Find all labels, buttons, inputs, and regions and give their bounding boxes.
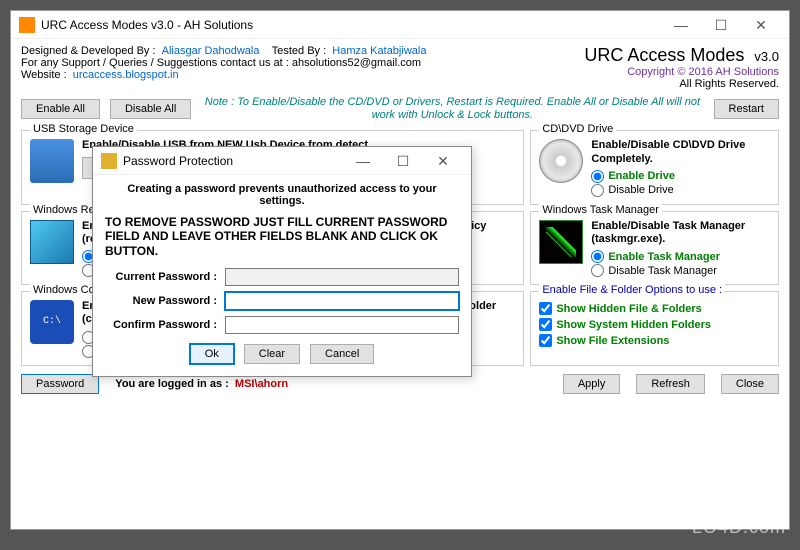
dialog-icon [101, 153, 117, 169]
disable-all-button[interactable]: Disable All [110, 99, 191, 119]
group-taskmgr-desc: Enable/Disable Task Manager (taskmgr.exe… [591, 220, 770, 246]
app-icon [19, 17, 35, 33]
minimize-button[interactable]: — [661, 13, 701, 37]
refresh-button[interactable]: Refresh [636, 374, 705, 394]
rights-text: All Rights Reserved. [584, 78, 779, 90]
close-button[interactable]: ✕ [741, 13, 781, 37]
support-text: For any Support / Queries / Suggestions … [21, 57, 426, 69]
group-cddvd-title: CD\DVD Drive [539, 123, 616, 135]
dialog-message-1: Creating a password prevents unauthorize… [105, 183, 459, 207]
group-filefolder: Enable File & Folder Options to use : Sh… [530, 291, 779, 365]
dialog-title: Password Protection [123, 154, 343, 168]
dialog-message-2: TO REMOVE PASSWORD JUST FILL CURRENT PAS… [105, 215, 459, 258]
show-system-checkbox[interactable] [539, 318, 552, 331]
app-name: URC Access Modes [584, 45, 744, 65]
new-password-label: New Password : [105, 295, 225, 307]
current-password-input[interactable] [225, 268, 459, 286]
header-right: URC Access Modes v3.0 Copyright © 2016 A… [584, 45, 779, 90]
current-password-label: Current Password : [105, 271, 225, 283]
cmd-icon: C:\ [30, 300, 74, 344]
cddvd-enable-radio[interactable] [591, 170, 604, 183]
cddvd-disable-radio[interactable] [591, 184, 604, 197]
header-left: Designed & Developed By : Aliasgar Dahod… [21, 45, 426, 90]
tester-link[interactable]: Hamza Katabjiwala [332, 45, 426, 57]
group-cddvd-desc: Enable/Disable CD\DVD Drive Completely. [591, 139, 770, 165]
website-label: Website : [21, 69, 67, 81]
cd-icon [539, 139, 583, 183]
group-taskmgr-title: Windows Task Manager [539, 204, 662, 216]
taskmgr-icon [539, 220, 583, 264]
group-usb-title: USB Storage Device [30, 123, 137, 135]
designer-link[interactable]: Aliasgar Dahodwala [162, 45, 260, 57]
close-app-button[interactable]: Close [721, 374, 779, 394]
app-version: v3.0 [754, 49, 779, 64]
maximize-button[interactable]: ☐ [701, 13, 741, 37]
enable-all-button[interactable]: Enable All [21, 99, 100, 119]
group-taskmgr: Windows Task Manager Enable/Disable Task… [530, 211, 779, 285]
restart-button[interactable]: Restart [714, 99, 779, 119]
dialog-close-button[interactable]: ✕ [423, 149, 463, 173]
group-cddvd: CD\DVD Drive Enable/Disable CD\DVD Drive… [530, 130, 779, 204]
tested-label: Tested By : [272, 45, 326, 57]
dialog-maximize-button[interactable]: ☐ [383, 149, 423, 173]
dialog-minimize-button[interactable]: — [343, 149, 383, 173]
taskmgr-enable-radio[interactable] [591, 250, 604, 263]
website-link[interactable]: urcaccess.blogspot.in [73, 69, 179, 81]
confirm-password-input[interactable] [225, 316, 459, 334]
show-ext-checkbox[interactable] [539, 334, 552, 347]
toolbar-note: Note : To Enable/Disable the CD/DVD or D… [201, 96, 703, 122]
usb-icon [30, 139, 74, 183]
window-title: URC Access Modes v3.0 - AH Solutions [41, 18, 661, 32]
new-password-input[interactable] [225, 292, 459, 310]
copyright-text: Copyright © 2016 AH Solutions [584, 66, 779, 78]
apply-button[interactable]: Apply [563, 374, 621, 394]
taskmgr-disable-radio[interactable] [591, 264, 604, 277]
group-filefolder-title: Enable File & Folder Options to use : [539, 284, 725, 296]
main-titlebar: URC Access Modes v3.0 - AH Solutions — ☐… [11, 11, 789, 39]
user-name: MSI\ahorn [235, 378, 288, 390]
designed-label: Designed & Developed By : [21, 45, 156, 57]
confirm-password-label: Confirm Password : [105, 319, 225, 331]
dialog-cancel-button[interactable]: Cancel [310, 344, 374, 364]
dialog-clear-button[interactable]: Clear [244, 344, 300, 364]
regedit-icon [30, 220, 74, 264]
password-dialog: Password Protection — ☐ ✕ Creating a pas… [92, 146, 472, 377]
show-hidden-checkbox[interactable] [539, 302, 552, 315]
password-button[interactable]: Password [21, 374, 99, 394]
dialog-ok-button[interactable]: Ok [190, 344, 234, 364]
logged-label: You are logged in as : [115, 378, 228, 390]
